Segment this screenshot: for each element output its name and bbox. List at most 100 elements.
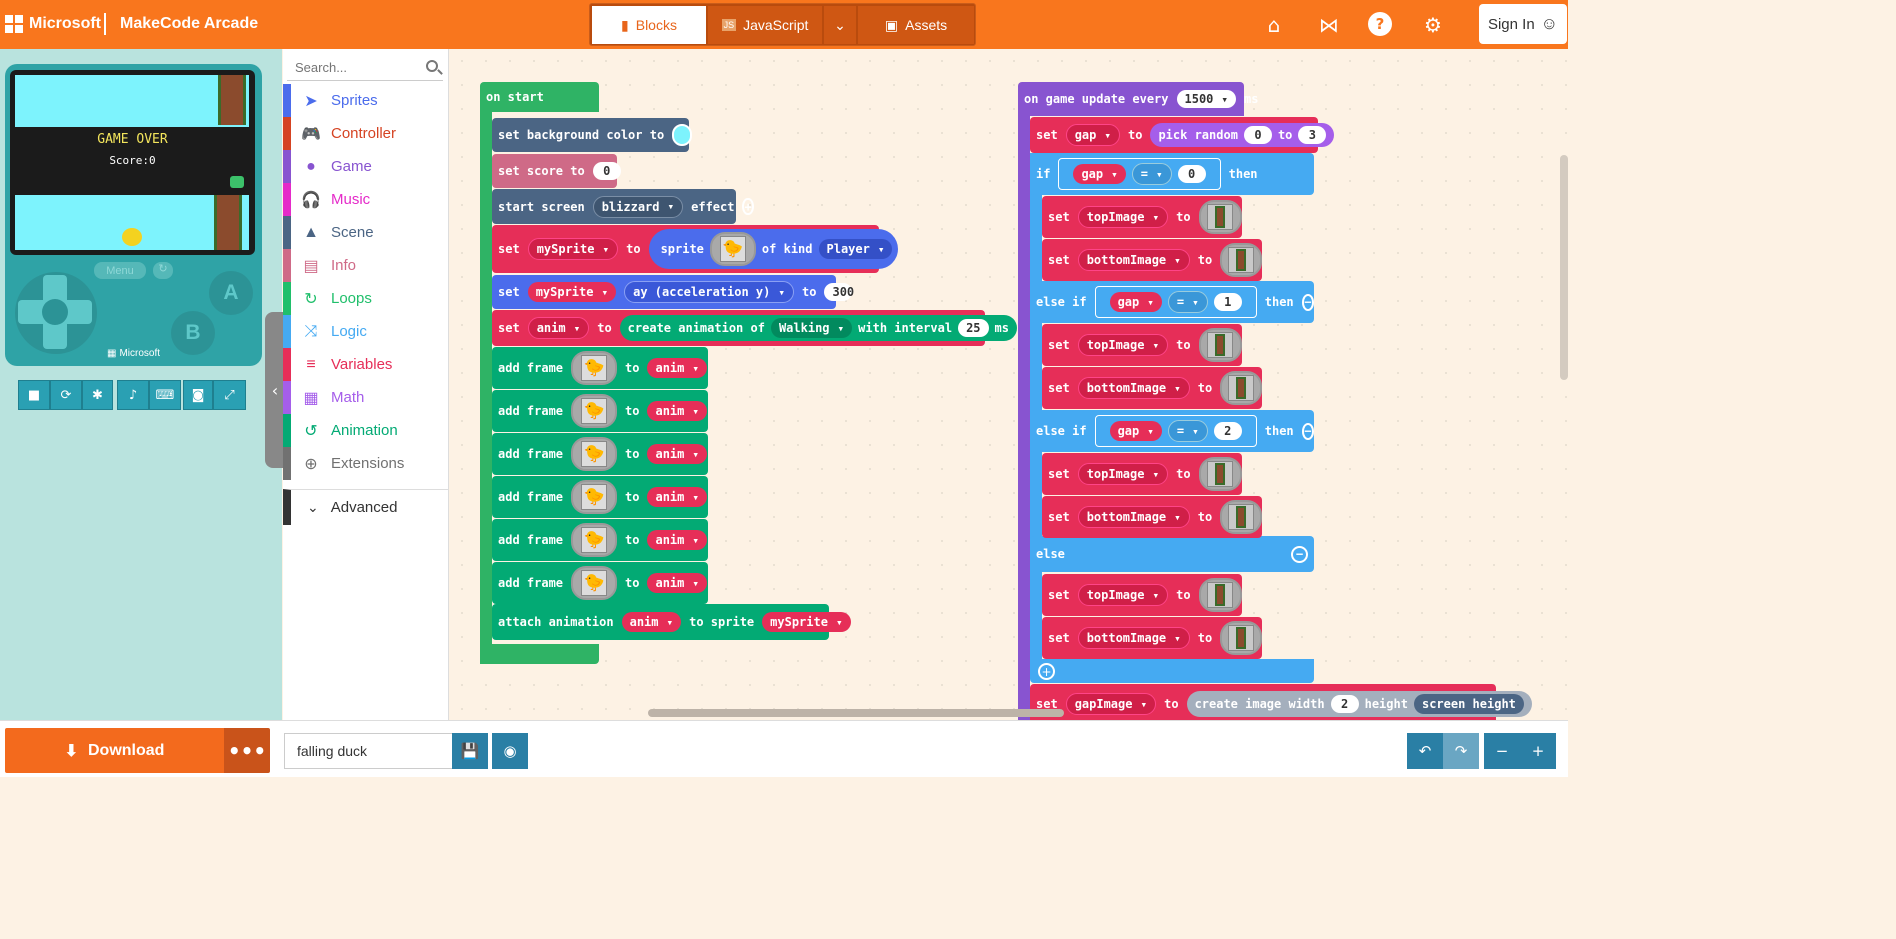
search-input[interactable] — [287, 55, 412, 79]
duck-image[interactable]: 🐤 — [709, 232, 756, 266]
restart-icon[interactable]: ⟳ — [50, 380, 82, 410]
operator-dropdown[interactable]: = — [1167, 291, 1208, 313]
variable-dropdown[interactable]: bottomImage — [1077, 249, 1190, 271]
add-frame-block[interactable]: add frame 🐤 to anim — [492, 562, 708, 604]
variable-dropdown[interactable]: topImage — [1077, 206, 1169, 228]
anim-variable[interactable]: anim — [621, 612, 682, 632]
create-image[interactable]: create image width 2 height screen height — [1186, 691, 1532, 717]
variable-dropdown[interactable]: topImage — [1077, 463, 1169, 485]
game-screen[interactable]: GAME OVER Score:0 — [10, 70, 255, 255]
gap-variable[interactable]: gap — [1073, 164, 1126, 184]
set-anim-block[interactable]: setanimto create animation of Walking with… — [492, 310, 1017, 346]
attach-animation-block[interactable]: attach animation anim to sprite mySprite — [492, 604, 851, 640]
variable-dropdown[interactable]: bottomImage — [1077, 506, 1190, 528]
remove-icon[interactable]: − — [1301, 293, 1314, 311]
category-scene[interactable]: ▲ Scene — [283, 216, 449, 249]
b-button[interactable]: B — [171, 311, 215, 355]
frame-image[interactable]: 🐤 — [571, 523, 618, 557]
remove-icon[interactable]: − — [1301, 422, 1314, 440]
a-button[interactable]: A — [209, 271, 253, 315]
width-value[interactable]: 2 — [1330, 695, 1359, 713]
operator-dropdown[interactable]: = — [1167, 420, 1208, 442]
variable-dropdown[interactable]: bottomImage — [1077, 377, 1190, 399]
screen-height[interactable]: screen height — [1413, 694, 1524, 714]
stop-icon[interactable]: ■ — [18, 380, 50, 410]
search-icon[interactable] — [426, 60, 438, 72]
pick-random[interactable]: pick random 0 to 3 — [1150, 123, 1335, 147]
fullscreen-icon[interactable]: ⤢ — [213, 380, 246, 410]
compare-value[interactable]: 1 — [1213, 293, 1242, 311]
category-logic[interactable]: ⤨ Logic — [283, 315, 449, 348]
frame-image[interactable]: 🐤 — [571, 566, 618, 600]
download-button[interactable]: ⬇ Download — [5, 728, 224, 773]
random-min[interactable]: 0 — [1243, 126, 1272, 144]
variable-dropdown[interactable]: mySprite — [527, 238, 619, 260]
property-dropdown[interactable]: ay (acceleration y) — [624, 281, 795, 303]
tab-assets[interactable]: ▣ Assets — [858, 6, 974, 44]
set-topimage-block[interactable]: set topImage to — [1042, 574, 1242, 616]
pipe-image[interactable] — [1220, 243, 1262, 277]
score-value[interactable]: 0 — [592, 162, 621, 180]
zoom-out-icon[interactable]: − — [1484, 733, 1520, 769]
operator-dropdown[interactable]: = — [1131, 163, 1172, 185]
frame-image[interactable]: 🐤 — [571, 480, 618, 514]
debug-icon[interactable]: ✱ — [82, 380, 113, 410]
set-mysprite-block[interactable]: set mySprite to sprite 🐤 of kind Player — [492, 225, 899, 273]
pipe-image[interactable] — [1198, 328, 1242, 362]
vertical-scrollbar[interactable] — [1560, 155, 1568, 380]
app-name[interactable]: MakeCode Arcade — [120, 15, 258, 33]
set-topimage-block[interactable]: set topImage to — [1042, 324, 1242, 366]
category-loops[interactable]: ↻ Loops — [283, 282, 449, 315]
help-icon[interactable]: ? — [1368, 12, 1392, 36]
else-if-block[interactable]: else if gap= 2 then− — [1030, 410, 1314, 452]
set-bottomimage-block[interactable]: set bottomImage to — [1042, 239, 1262, 281]
add-frame-block[interactable]: add frame 🐤 to anim — [492, 519, 708, 561]
share-icon[interactable]: ⋈ — [1316, 12, 1342, 38]
anim-variable[interactable]: anim — [647, 444, 708, 464]
if-block[interactable]: if gap= 0 then — [1030, 153, 1314, 195]
tab-javascript[interactable]: JS JavaScript — [708, 6, 822, 44]
anim-variable[interactable]: anim — [647, 573, 708, 593]
variable-dropdown[interactable]: mySprite — [527, 282, 617, 302]
category-sprites[interactable]: ➤ Sprites — [283, 84, 449, 117]
random-max[interactable]: 3 — [1298, 126, 1327, 144]
variable-dropdown[interactable]: gap — [1065, 124, 1120, 146]
acceleration-value[interactable]: 300 — [824, 283, 854, 301]
else-block[interactable]: else − — [1030, 536, 1314, 572]
add-else-icon[interactable]: + — [1038, 663, 1055, 680]
redo-icon[interactable]: ↷ — [1443, 733, 1479, 769]
variable-dropdown[interactable]: topImage — [1077, 584, 1169, 606]
undo-icon[interactable]: ↶ — [1407, 733, 1443, 769]
set-score-block[interactable]: set score to 0 — [492, 154, 621, 188]
add-frame-block[interactable]: add frame 🐤 to anim — [492, 433, 708, 475]
collapse-simulator-icon[interactable]: ‹ — [265, 312, 285, 468]
add-frame-block[interactable]: add frame 🐤 to anim — [492, 347, 708, 389]
frame-image[interactable]: 🐤 — [571, 394, 618, 428]
gear-icon[interactable]: ⚙ — [1420, 12, 1446, 38]
advanced-toggle[interactable]: ⌄ Advanced — [283, 489, 449, 525]
blocks-workspace[interactable]: on start set background color to set sco… — [450, 49, 1568, 720]
anim-variable[interactable]: anim — [647, 530, 708, 550]
anim-variable[interactable]: anim — [647, 401, 708, 421]
else-if-block[interactable]: else if gap= 1 then− — [1030, 281, 1314, 323]
set-bottomimage-block[interactable]: set bottomImage to — [1042, 617, 1262, 659]
sprite-of-kind[interactable]: sprite 🐤 of kind Player — [648, 229, 899, 269]
comparison[interactable]: gap= 1 — [1094, 286, 1257, 318]
create-animation[interactable]: create animation of Walking with interval 2… — [619, 315, 1017, 341]
set-background-block[interactable]: set background color to — [492, 118, 693, 152]
anim-variable[interactable]: anim — [647, 487, 708, 507]
set-topimage-block[interactable]: set topImage to — [1042, 196, 1242, 238]
set-gap-block[interactable]: setgaptopick random0to3 — [1030, 117, 1335, 153]
animation-type-dropdown[interactable]: Walking — [770, 318, 853, 338]
set-acceleration-block[interactable]: set mySprite ay (acceleration y) to 300 — [492, 275, 854, 309]
on-start-block[interactable]: on start — [480, 82, 599, 112]
add-frame-block[interactable]: add frame 🐤 to anim — [492, 390, 708, 432]
sign-in-button[interactable]: Sign In ☺ — [1479, 4, 1567, 44]
anim-variable[interactable]: anim — [647, 358, 708, 378]
variable-dropdown[interactable]: bottomImage — [1077, 627, 1190, 649]
comparison[interactable]: gap= 2 — [1094, 415, 1257, 447]
on-game-update-block[interactable]: on game update every 1500 ms — [1018, 82, 1258, 116]
sprite-variable[interactable]: mySprite — [762, 612, 851, 632]
gap-variable[interactable]: gap — [1109, 421, 1162, 441]
variable-dropdown[interactable]: gapImage — [1065, 693, 1157, 715]
